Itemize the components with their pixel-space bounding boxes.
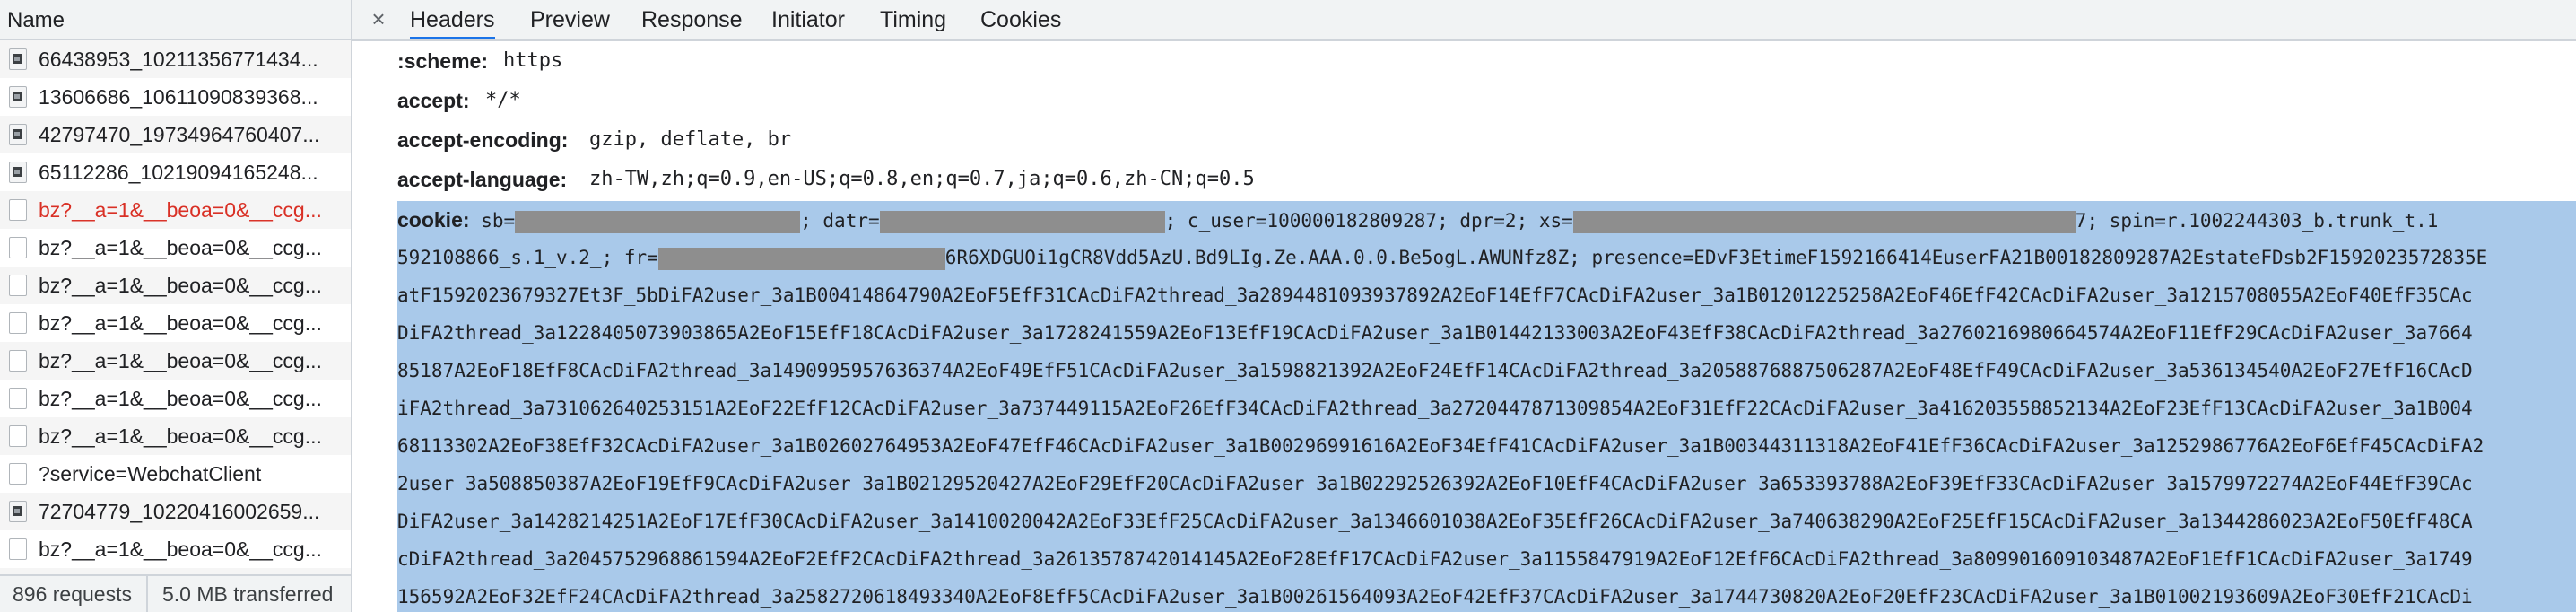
request-row[interactable]: bz?__a=1&__beoa=0&__ccg...	[0, 342, 351, 380]
redaction-box	[515, 210, 801, 233]
document-file-icon	[9, 312, 27, 334]
header-name: :scheme:	[397, 49, 488, 73]
request-name: 65112286_10219094165248...	[39, 161, 318, 184]
document-file-icon	[9, 463, 27, 485]
request-name: bz?__a=1&__beoa=0&__ccg...	[39, 424, 322, 448]
request-row[interactable]: bz?__a=1&__beoa=0&__ccg...	[0, 417, 351, 455]
tab-timing[interactable]: Timing	[880, 0, 946, 39]
request-name: bz?__a=1&__beoa=0&__ccg...	[39, 349, 322, 372]
request-name: bz?__a=1&__beoa=0&__ccg...	[39, 387, 322, 410]
request-name: 13606686_10611090839368...	[39, 85, 318, 109]
detail-tab-bar: × Headers Preview Response Initiator Tim…	[352, 0, 2576, 41]
request-name: 72704779_10220416002659...	[39, 500, 320, 523]
cookie-line: DiFA2user_3a1428214251A2EoF17EfF30CAcDiF…	[397, 511, 2473, 532]
document-file-icon	[9, 199, 27, 221]
tab-cookies[interactable]: Cookies	[980, 0, 1061, 39]
request-row[interactable]: bz?__a=1&__beoa=0&__ccg...	[0, 191, 351, 229]
document-file-icon	[9, 350, 27, 372]
request-name: bz?__a=1&__beoa=0&__ccg...	[39, 198, 322, 222]
request-row[interactable]: 72704779_10220416002659...	[0, 493, 351, 530]
image-file-icon	[9, 86, 27, 108]
header-row-scheme: :scheme: https	[352, 41, 2576, 81]
cookie-line: 592108866_s.1_v.2_; fr= 6R6XDGUOi1gCR8Vdd…	[397, 247, 2488, 270]
cookie-line: iFA2thread_3a731062640253151A2EoF22EfF12…	[397, 398, 2473, 419]
header-row-accept-language: accept-language: zh-TW,zh;q=0.9,en-US;q=…	[352, 160, 2576, 199]
request-row[interactable]: bz?__a=1&__beoa=0&__ccg...	[0, 267, 351, 304]
cookie-line: 68113302A2EoF38EfF32CAcDiFA2user_3a1B026…	[397, 435, 2485, 457]
request-row[interactable]: ?service=WebchatClient	[0, 455, 351, 493]
header-value: https	[503, 49, 563, 72]
header-name: accept:	[397, 89, 470, 112]
image-file-icon	[9, 162, 27, 183]
cookie-line: cDiFA2thread_3a2045752968861594A2EoF2EfF…	[397, 548, 2473, 570]
request-row[interactable]: 42797470_19734964760407...	[0, 116, 351, 153]
image-file-icon	[9, 124, 27, 145]
cookie-header-selected[interactable]: cookie: sb=; datr=; c_user=1000001828092…	[397, 201, 2576, 612]
tab-initiator[interactable]: Initiator	[771, 0, 845, 39]
document-file-icon	[9, 425, 27, 447]
document-file-icon	[9, 237, 27, 258]
request-name: bz?__a=1&__beoa=0&__ccg...	[39, 236, 322, 259]
cookie-line: 2user_3a508850387A2EoF19EfF9CAcDiFA2user…	[397, 473, 2473, 494]
request-row[interactable]: bz?__a=1&__beoa=0&__ccg...	[0, 530, 351, 568]
request-row[interactable]: bz?__a=1&__beoa=0&__ccg...	[0, 304, 351, 342]
tab-response[interactable]: Response	[641, 0, 743, 39]
cookie-line: 156592A2EoF32EfF24CAcDiFA2thread_3a25827…	[397, 586, 2473, 608]
document-file-icon	[9, 538, 27, 560]
redaction-box	[879, 210, 1165, 233]
header-name: accept-language:	[397, 168, 568, 191]
image-file-icon	[9, 48, 27, 70]
request-row[interactable]: 13606686_10611090839368...	[0, 78, 351, 116]
request-detail-panel: × Headers Preview Response Initiator Tim…	[352, 0, 2576, 612]
cookie-line: DiFA2thread_3a1228405073903865A2EoF15EfF…	[397, 322, 2473, 344]
cookie-line: atF1592023679327Et3F_5bDiFA2user_3a1B004…	[397, 284, 2473, 306]
close-icon[interactable]: ×	[367, 0, 390, 39]
request-name: bz?__a=1&__beoa=0&__ccg...	[39, 311, 322, 335]
request-name: ?service=WebchatClient	[39, 462, 262, 485]
request-name: 66438953_10211356771434...	[39, 48, 318, 71]
transferred-size: 5.0 MB transferred	[161, 582, 334, 606]
tab-preview[interactable]: Preview	[530, 0, 610, 39]
request-name: bz?__a=1&__beoa=0&__ccg...	[39, 538, 322, 561]
request-headers: :scheme: https accept: */* accept-encodi…	[352, 41, 2576, 612]
header-row-accept-encoding: accept-encoding: gzip, deflate, br	[352, 120, 2576, 160]
request-name: bz?__a=1&__beoa=0&__ccg...	[39, 274, 322, 297]
request-name: 42797470_19734964760407...	[39, 123, 320, 146]
tab-headers[interactable]: Headers	[410, 0, 495, 39]
network-status-bar: 896 requests 5.0 MB transferred	[0, 574, 351, 612]
document-file-icon	[9, 388, 27, 409]
header-value: */*	[485, 89, 521, 111]
request-row[interactable]: 65112286_10219094165248...	[0, 153, 351, 191]
request-list-panel: Name 66438953_10211356771434... 13606686_…	[0, 0, 352, 612]
name-column-header[interactable]: Name	[0, 0, 351, 40]
request-row[interactable]: bz?__a=1&__beoa=0&__ccg...	[0, 229, 351, 267]
header-row-accept: accept: */*	[352, 81, 2576, 120]
cookie-line: 85187A2EoF18EfF8CAcDiFA2thread_3a1490995…	[397, 360, 2473, 381]
redaction-box	[1572, 210, 2076, 233]
header-name: cookie:	[397, 208, 470, 232]
image-file-icon	[9, 501, 27, 522]
request-row[interactable]: 66438953_10211356771434...	[0, 40, 351, 78]
header-value: zh-TW,zh;q=0.9,en-US;q=0.8,en;q=0.7,ja;q…	[589, 168, 1255, 190]
request-row[interactable]: bz?__a=1&__beoa=0&__ccg...	[0, 380, 351, 417]
header-value: gzip, deflate, br	[589, 128, 792, 151]
header-name: accept-encoding:	[397, 128, 569, 152]
redaction-box	[657, 247, 945, 270]
document-file-icon	[9, 275, 27, 296]
cookie-line: cookie: sb=; datr=; c_user=1000001828092…	[397, 208, 2439, 233]
request-count: 896 requests	[0, 576, 148, 612]
